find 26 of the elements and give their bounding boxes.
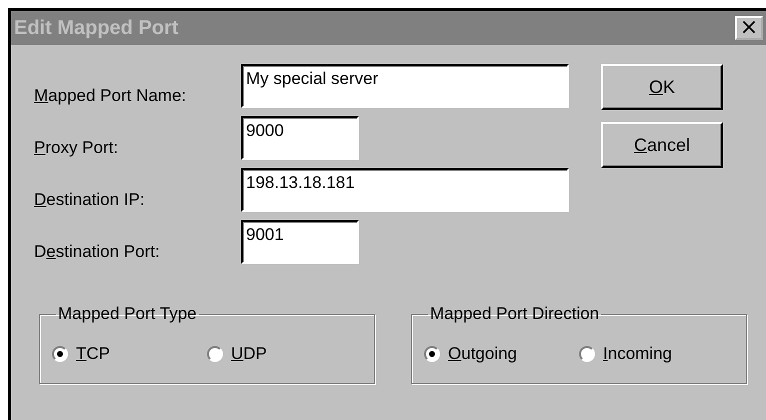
field-label: Proxy Port: <box>34 138 120 159</box>
close-button[interactable]: × <box>735 16 763 40</box>
radio-option[interactable]: UDP <box>207 332 362 375</box>
radio-label: TCP <box>76 344 110 364</box>
group-title: Mapped Port Direction <box>429 304 600 324</box>
input-field[interactable]: 9000 <box>241 116 359 160</box>
radio-option[interactable]: Incoming <box>579 332 734 375</box>
input-field[interactable]: My special server <box>241 64 569 108</box>
radio-label: Incoming <box>603 344 672 364</box>
window-title: Edit Mapped Port <box>14 16 178 40</box>
field-label: Mapped Port Name: <box>34 86 188 107</box>
radio-button[interactable] <box>207 346 223 362</box>
radio-button[interactable] <box>424 346 440 362</box>
radio-label: UDP <box>231 344 267 364</box>
radio-option[interactable]: TCP <box>52 332 207 375</box>
radio-button[interactable] <box>579 346 595 362</box>
field-label: Destination IP: <box>34 190 146 211</box>
input-field[interactable]: 9001 <box>241 220 359 264</box>
input-field[interactable]: 198.13.18.181 <box>241 168 569 212</box>
radio-button[interactable] <box>52 346 68 362</box>
group-title: Mapped Port Type <box>57 304 198 324</box>
ok-button[interactable]: OK <box>601 64 723 110</box>
field-label: Destination Port: <box>34 242 161 263</box>
radio-label: Outgoing <box>448 344 518 364</box>
cancel-button[interactable]: Cancel <box>601 122 723 168</box>
radio-option[interactable]: Outgoing <box>424 332 579 375</box>
